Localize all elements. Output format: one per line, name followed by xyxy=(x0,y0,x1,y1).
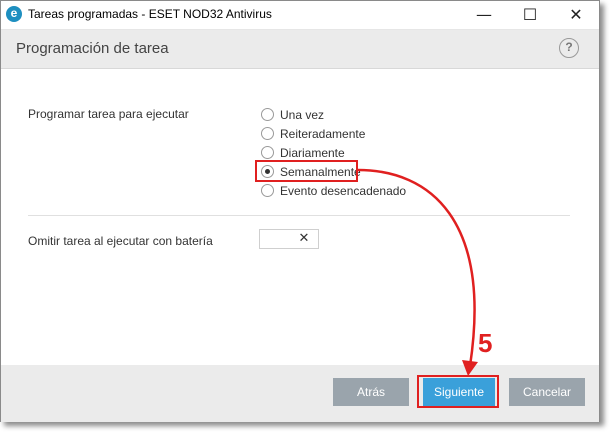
minimize-button[interactable]: — xyxy=(461,1,507,29)
dialog-footer: Atrás Siguiente Cancelar xyxy=(1,365,599,422)
dialog-window: e Tareas programadas - ESET NOD32 Antivi… xyxy=(0,0,600,422)
dialog-content: Programar tarea para ejecutar Una vez Re… xyxy=(1,69,599,365)
dialog-header: Programación de tarea ? xyxy=(1,30,599,69)
radio-button[interactable] xyxy=(261,108,274,121)
battery-label: Omitir tarea al ejecutar con batería xyxy=(28,234,213,248)
radio-button[interactable] xyxy=(261,184,274,197)
schedule-label: Programar tarea para ejecutar xyxy=(28,107,189,121)
radio-label: Una vez xyxy=(280,108,325,122)
radio-button[interactable] xyxy=(261,127,274,140)
maximize-button[interactable]: ☐ xyxy=(507,1,553,29)
section-divider xyxy=(28,215,570,216)
step-number-label: 5 xyxy=(478,328,493,358)
cancel-button[interactable]: Cancelar xyxy=(509,378,585,406)
battery-toggle[interactable]: ✕ xyxy=(259,229,319,249)
radio-button[interactable] xyxy=(261,146,274,159)
radio-label: Diariamente xyxy=(280,146,345,160)
page-title: Programación de tarea xyxy=(16,40,169,57)
highlight-weekly-option xyxy=(255,160,358,182)
close-button[interactable]: ✕ xyxy=(553,1,599,29)
window-title: Tareas programadas - ESET NOD32 Antiviru… xyxy=(28,7,272,21)
highlight-next-button xyxy=(417,375,499,408)
radio-label: Evento desencadenado xyxy=(280,184,407,198)
close-icon: ✕ xyxy=(298,231,310,246)
title-bar[interactable]: e Tareas programadas - ESET NOD32 Antivi… xyxy=(1,1,599,30)
radio-label: Reiteradamente xyxy=(280,127,366,141)
eset-app-icon: e xyxy=(6,6,22,22)
help-icon[interactable]: ? xyxy=(559,38,579,58)
back-button[interactable]: Atrás xyxy=(333,378,409,406)
